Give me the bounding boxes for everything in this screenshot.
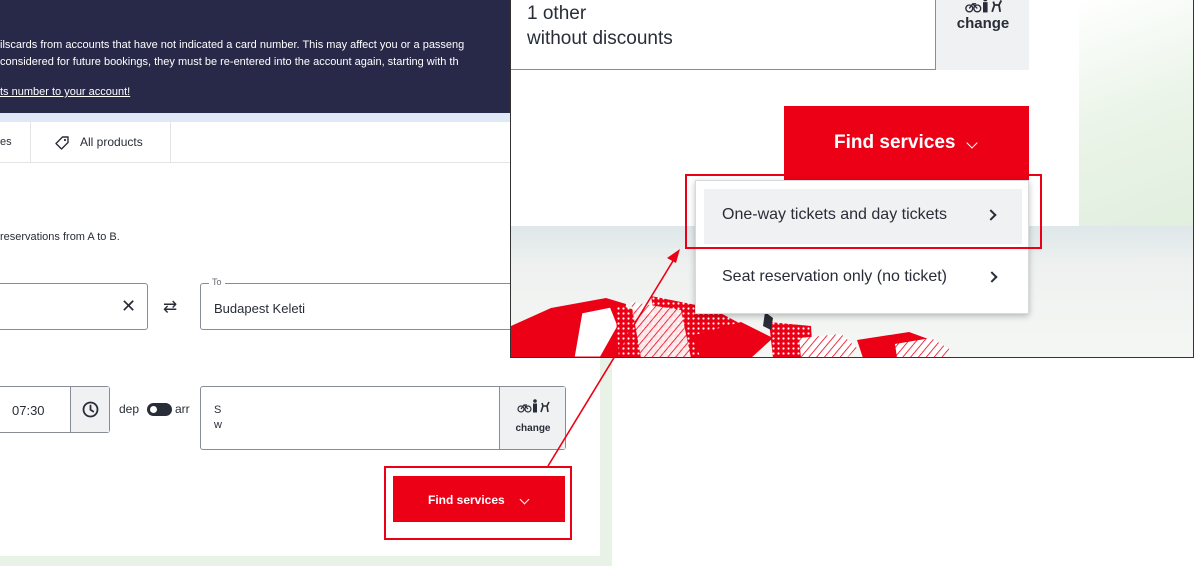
to-field-label: To xyxy=(209,277,225,287)
close-icon[interactable]: ✕ xyxy=(121,296,136,316)
passenger-summary: S xyxy=(214,404,222,416)
passenger-summary: without discounts xyxy=(527,28,673,49)
to-station-value: Budapest Keleti xyxy=(214,301,306,316)
background-decoration xyxy=(600,356,612,566)
chevron-down-icon xyxy=(966,137,978,149)
tag-icon xyxy=(55,136,69,150)
find-services-label: Find services xyxy=(834,132,956,153)
menu-item-label: Seat reservation only (no ticket) xyxy=(722,268,947,285)
passenger-options-icon xyxy=(965,0,1003,13)
change-label: change xyxy=(956,15,1010,32)
zoomed-view: 1 other without discounts change Find se… xyxy=(510,0,1194,358)
change-passengers-button[interactable]: change xyxy=(935,0,1029,70)
highlight-box xyxy=(384,466,572,540)
departure-label: dep xyxy=(119,402,140,416)
chevron-right-icon xyxy=(986,271,998,283)
tab-previous[interactable]: es xyxy=(0,122,31,163)
background-decoration xyxy=(0,556,612,566)
clock-icon xyxy=(82,401,99,418)
swap-icon[interactable]: ⇄ xyxy=(163,297,177,317)
find-services-button[interactable]: Find services xyxy=(784,106,1029,180)
highlight-box xyxy=(685,174,1042,249)
search-description: reservations from A to B. xyxy=(0,231,120,243)
arrival-label: arr xyxy=(175,402,190,416)
change-label: change xyxy=(515,423,551,434)
banner-text: ilscards from accounts that have not ind… xyxy=(0,39,465,51)
tab-label: All products xyxy=(80,135,143,149)
banner-link[interactable]: ts number to your account! xyxy=(0,86,130,98)
passenger-options-icon xyxy=(517,399,550,413)
tab-label: es xyxy=(0,136,12,148)
banner-text: considered for future bookings, they mus… xyxy=(0,56,459,68)
departure-arrival-toggle[interactable] xyxy=(147,403,172,416)
passenger-summary: 1 other xyxy=(527,3,587,24)
passenger-summary: w xyxy=(214,419,222,431)
time-picker-button[interactable] xyxy=(71,387,109,432)
menu-item-seat-reservation[interactable]: Seat reservation only (no ticket) xyxy=(704,251,1022,306)
time-value: 07:30 xyxy=(12,403,45,418)
tab-all-products[interactable]: All products xyxy=(31,122,171,163)
background-decoration xyxy=(1079,0,1193,228)
change-passengers-button[interactable]: change xyxy=(499,387,565,449)
